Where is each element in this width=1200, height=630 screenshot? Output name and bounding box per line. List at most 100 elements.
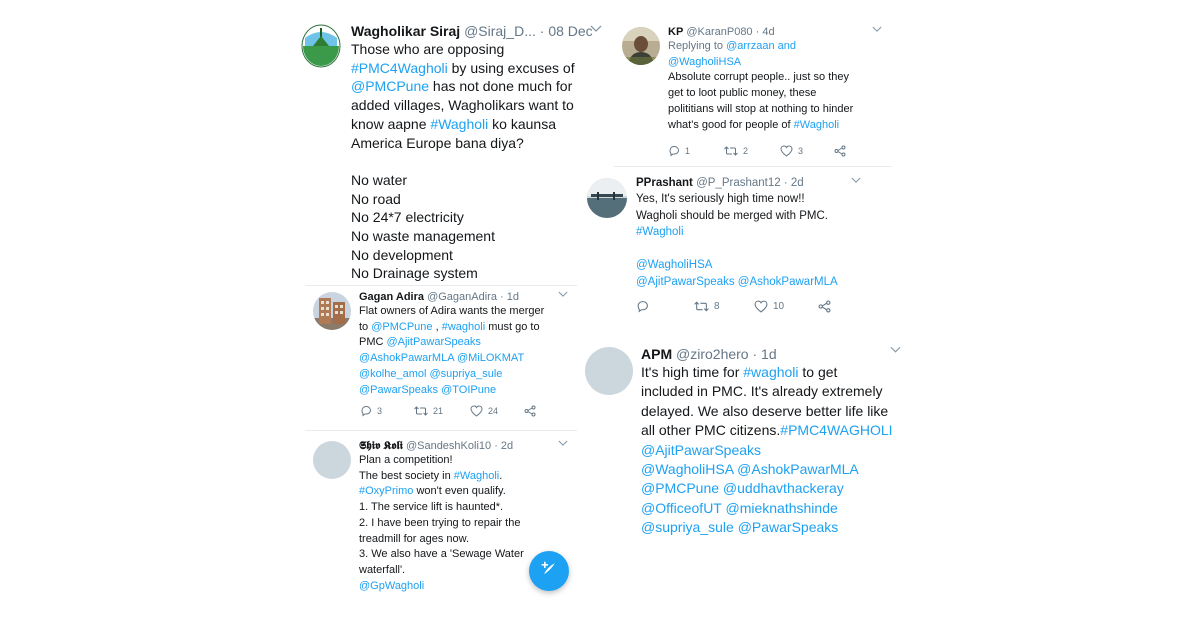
caret-down-icon[interactable] (590, 22, 602, 36)
tweet-text-segment: by using excuses of (451, 59, 575, 76)
share-button[interactable] (834, 145, 846, 157)
caret-down-icon[interactable] (890, 345, 901, 357)
tweet-text-segment: ko kaunsa America Europe bana diya? No w… (351, 115, 556, 282)
retweet-count: 2 (743, 146, 749, 156)
timestamp[interactable]: · 08 Dec (540, 23, 593, 39)
retweet-count: 21 (433, 406, 444, 416)
caret-down-icon[interactable] (872, 25, 882, 35)
avatar[interactable] (313, 441, 351, 479)
like-button[interactable]: 3 (780, 145, 834, 157)
author-handle[interactable]: @ziro2hero (676, 346, 749, 362)
tweet-link[interactable]: #Wagholi (454, 470, 499, 482)
timestamp[interactable]: · 4d (756, 26, 775, 38)
share-icon (834, 145, 846, 157)
author-name[interactable]: Gagan Adira (359, 291, 424, 303)
author-name[interactable]: KP (668, 26, 683, 38)
caret-down-icon[interactable] (851, 176, 861, 186)
retweet-button[interactable]: 21 (414, 405, 470, 417)
reply-button[interactable]: 1 (668, 145, 724, 157)
retweet-icon (414, 405, 428, 417)
tweet-link[interactable]: #OxyPrimo (359, 485, 413, 497)
tweet-link[interactable]: #Wagholi (430, 116, 488, 132)
tweet-link[interactable]: #PMC4WAGHOLI @AjitPawarSpeaks @WagholiHS… (641, 422, 893, 535)
replying-prefix: Replying to (668, 40, 727, 52)
tweet-link[interactable]: @PMCPune (371, 321, 432, 333)
like-icon (780, 145, 793, 157)
tweet-link[interactable]: #wagholi (442, 321, 485, 333)
author-handle[interactable]: @Siraj_D... (464, 23, 536, 39)
tweet-link[interactable]: #wagholi (743, 364, 798, 380)
tweet-header: PPrashant @P_Prashant12 · 2d (636, 176, 866, 191)
author-name[interactable]: APM (641, 346, 672, 362)
tweet-header: Gagan Adira @GaganAdira · 1d (359, 290, 574, 304)
share-button[interactable] (524, 405, 536, 417)
author-handle[interactable]: @KaranP080 (686, 26, 752, 38)
author-name[interactable]: 𝕾𝖍𝖎𝖛 𝕶𝖔𝖑𝖎 (359, 440, 403, 452)
tweet-header: 𝕾𝖍𝖎𝖛 𝕶𝖔𝖑𝖎 @SandeshKoli10 · 2d (359, 439, 574, 453)
replying-to: Replying to @arrzaan and @WagholiHSA (668, 39, 883, 70)
tweet-text: Absolute corrupt people.. just so they g… (668, 70, 883, 133)
tweet-link[interactable]: @GpWagholi (359, 580, 424, 592)
compose-tweet-button[interactable] (529, 551, 569, 591)
tweet-text-segment: Yes, It's seriously high time now!! Wagh… (636, 193, 828, 222)
avatar[interactable] (585, 347, 633, 395)
tweet-link[interactable]: #Wagholi (794, 119, 839, 131)
reply-count: 1 (685, 146, 691, 156)
author-handle[interactable]: @P_Prashant12 (696, 177, 781, 189)
reply-button[interactable] (636, 300, 694, 313)
share-button[interactable] (818, 300, 831, 313)
reply-icon (668, 145, 680, 157)
tweet-link[interactable]: #PMC4Wagholi (351, 60, 448, 76)
share-icon (524, 405, 536, 417)
reply-count: 3 (377, 406, 383, 416)
timestamp[interactable]: · 1d (500, 291, 519, 303)
tweet-link[interactable]: #Wagholi (636, 226, 684, 238)
tweet-link[interactable]: @PMCPune (351, 78, 429, 94)
tweet-link[interactable]: @WagholiHSA @AjitPawarSpeaks @AshokPawar… (636, 259, 838, 288)
author-name[interactable]: PPrashant (636, 177, 693, 189)
avatar[interactable] (301, 24, 341, 69)
divider (305, 285, 577, 286)
tweet-content: KP @KaranP080 · 4d Replying to @arrzaan … (668, 25, 883, 133)
retweet-count: 8 (714, 301, 720, 312)
tweet-text: Those who are opposing #PMC4Wagholi by u… (351, 40, 606, 283)
retweet-icon (724, 145, 738, 157)
retweet-button[interactable]: 2 (724, 145, 780, 157)
author-handle[interactable]: @GaganAdira (427, 291, 497, 303)
retweet-icon (694, 300, 709, 313)
caret-down-icon[interactable] (558, 439, 568, 449)
tweet-text-segment: Those who are opposing (351, 41, 505, 57)
reply-button[interactable]: 3 (360, 405, 414, 417)
like-icon (754, 300, 768, 313)
tweet-text-segment: . (499, 469, 503, 482)
like-count: 24 (488, 406, 499, 416)
like-icon (470, 405, 483, 417)
like-button[interactable]: 24 (470, 405, 524, 417)
tweet-actions: 8 10 (636, 300, 831, 313)
reply-icon (636, 300, 649, 313)
avatar[interactable] (587, 178, 627, 218)
caret-down-icon[interactable] (558, 290, 568, 300)
tweet-content: Gagan Adira @GaganAdira · 1d Flat owners… (359, 290, 574, 398)
tweet-text-segment: , (432, 320, 442, 333)
avatar[interactable] (313, 292, 351, 330)
tweet-header: KP @KaranP080 · 4d (668, 25, 883, 39)
divider (614, 166, 892, 167)
timestamp[interactable]: · 1d (752, 346, 776, 362)
tweet-actions: 1 2 3 (668, 145, 846, 157)
tweet-text: It's high time for #wagholi to get inclu… (641, 363, 916, 538)
timestamp[interactable]: · 2d (494, 440, 513, 452)
tweet-text-segment: Plan a competition! The best society in (359, 454, 453, 482)
tweet-text-segment: It's high time for (641, 364, 744, 380)
avatar[interactable] (622, 27, 660, 65)
like-button[interactable]: 10 (754, 300, 818, 313)
retweet-button[interactable]: 8 (694, 300, 754, 313)
timestamp[interactable]: · 2d (784, 177, 804, 189)
like-count: 10 (773, 301, 785, 312)
tweet-header: Wagholikar Siraj @Siraj_D... · 08 Dec (351, 22, 606, 40)
author-handle[interactable]: @SandeshKoli10 (406, 440, 491, 452)
share-icon (818, 300, 831, 313)
author-name[interactable]: Wagholikar Siraj (351, 23, 460, 39)
tweet-text: Yes, It's seriously high time now!! Wagh… (636, 191, 866, 290)
reply-icon (360, 405, 372, 417)
